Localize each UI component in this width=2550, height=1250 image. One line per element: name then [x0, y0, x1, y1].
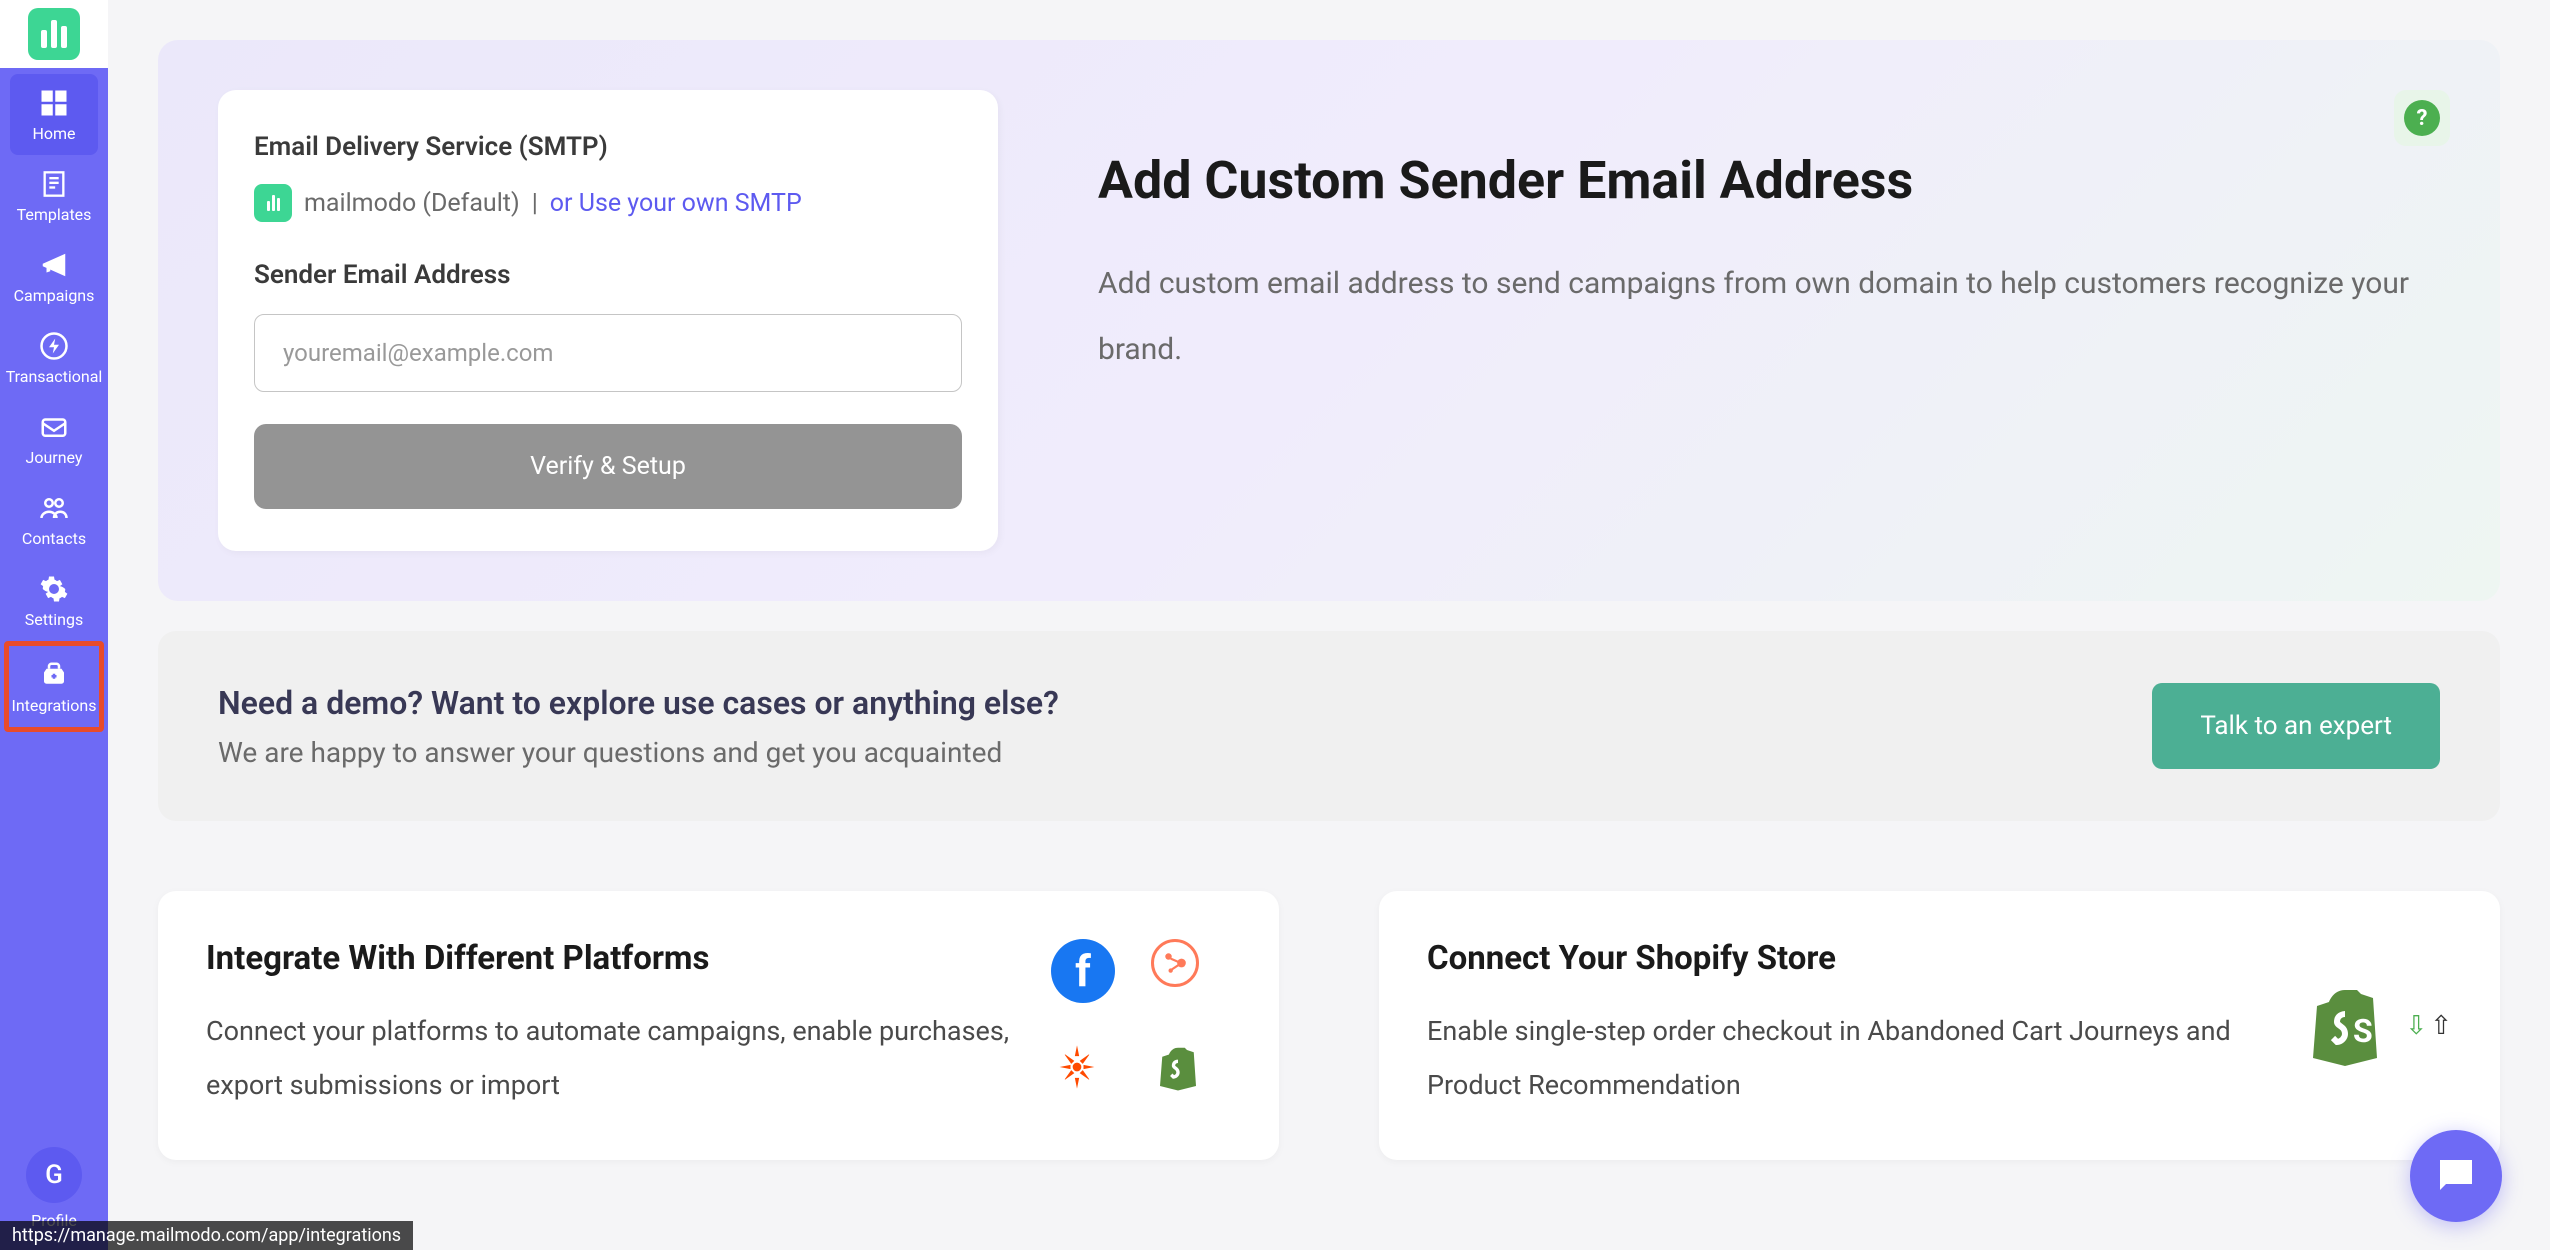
- mailmodo-logo-icon: [28, 8, 80, 60]
- smtp-own-link[interactable]: or Use your own SMTP: [550, 189, 802, 218]
- sidebar-item-label: Settings: [25, 610, 83, 629]
- sidebar-item-label: Contacts: [22, 529, 86, 548]
- sidebar-item-templates[interactable]: Templates: [10, 155, 98, 236]
- integrate-platforms-card[interactable]: Integrate With Different Platforms Conne…: [158, 891, 1279, 1160]
- profile-section[interactable]: G Profile: [26, 1147, 82, 1230]
- shopify-title: Connect Your Shopify Store: [1427, 939, 2257, 978]
- hubspot-icon: [1151, 939, 1199, 987]
- integrations-icon: [37, 658, 71, 692]
- cards-row: Integrate With Different Platforms Conne…: [158, 891, 2500, 1160]
- shopify-visual: S ⇩ ⇧: [2297, 939, 2452, 1112]
- demo-subtitle: We are happy to answer your questions an…: [218, 736, 2152, 769]
- settings-icon: [37, 572, 71, 606]
- demo-text: Need a demo? Want to explore use cases o…: [218, 684, 2152, 769]
- facebook-icon: f: [1051, 939, 1115, 1003]
- platform-icons: f: [1051, 939, 1231, 1112]
- sidebar-item-journey[interactable]: Journey: [10, 398, 98, 479]
- sidebar-item-label: Campaigns: [14, 286, 95, 305]
- sender-email-card: Email Delivery Service (SMTP) mailmodo (…: [158, 40, 2500, 601]
- sender-info: Add Custom Sender Email Address Add cust…: [1098, 90, 2440, 551]
- sidebar-item-label: Journey: [26, 448, 83, 467]
- journey-icon: [37, 410, 71, 444]
- verify-setup-button[interactable]: Verify & Setup: [254, 424, 962, 509]
- sidebar-item-transactional[interactable]: Transactional: [10, 317, 98, 398]
- shopify-small-icon: [1151, 1041, 1205, 1095]
- sync-arrows-icon: ⇩ ⇧: [2405, 1011, 2452, 1041]
- main-content: Email Delivery Service (SMTP) mailmodo (…: [108, 0, 2550, 1250]
- sender-form-box: Email Delivery Service (SMTP) mailmodo (…: [218, 90, 998, 551]
- templates-icon: [37, 167, 71, 201]
- sidebar-item-label: Integrations: [11, 696, 96, 715]
- smtp-separator: |: [532, 189, 538, 218]
- mailmodo-small-icon: [254, 184, 292, 222]
- integrate-title: Integrate With Different Platforms: [206, 939, 1011, 978]
- status-bar: https://manage.mailmodo.com/app/integrat…: [0, 1221, 413, 1250]
- sender-title: Add Custom Sender Email Address: [1098, 150, 2440, 211]
- sidebar-item-label: Templates: [17, 205, 92, 224]
- sidebar-item-settings[interactable]: Settings: [10, 560, 98, 641]
- profile-initial: G: [45, 1160, 63, 1190]
- sidebar-item-label: Home: [32, 124, 75, 143]
- sidebar-item-integrations[interactable]: Integrations: [4, 641, 104, 732]
- profile-avatar: G: [26, 1147, 82, 1203]
- sender-address-label: Sender Email Address: [254, 260, 962, 290]
- help-icon: ?: [2404, 100, 2440, 136]
- sidebar-item-home[interactable]: Home: [10, 74, 98, 155]
- demo-title: Need a demo? Want to explore use cases o…: [218, 684, 2152, 722]
- sidebar-item-label: Transactional: [6, 367, 103, 386]
- logo-container[interactable]: [0, 0, 108, 68]
- smtp-default-text: mailmodo (Default): [304, 189, 520, 218]
- integrate-description: Connect your platforms to automate campa…: [206, 1004, 1011, 1112]
- demo-card: Need a demo? Want to explore use cases o…: [158, 631, 2500, 821]
- smtp-label: Email Delivery Service (SMTP): [254, 132, 962, 162]
- email-input[interactable]: [254, 314, 962, 392]
- chat-icon: [2432, 1152, 2480, 1200]
- campaigns-icon: [37, 248, 71, 282]
- talk-to-expert-button[interactable]: Talk to an expert: [2152, 683, 2440, 769]
- sidebar: Home Templates Campaigns Transactional J…: [0, 0, 108, 1250]
- shopify-description: Enable single-step order checkout in Aba…: [1427, 1004, 2257, 1112]
- smtp-row: mailmodo (Default) | or Use your own SMT…: [254, 184, 962, 222]
- sender-description: Add custom email address to send campaig…: [1098, 251, 2440, 383]
- svg-text:S: S: [2353, 1012, 2373, 1050]
- sidebar-item-contacts[interactable]: Contacts: [10, 479, 98, 560]
- chat-widget-button[interactable]: [2410, 1130, 2502, 1222]
- shopify-store-card[interactable]: Connect Your Shopify Store Enable single…: [1379, 891, 2500, 1160]
- shopify-large-icon: S: [2297, 978, 2393, 1074]
- zapier-icon: [1051, 1041, 1103, 1093]
- home-icon: [37, 86, 71, 120]
- help-button[interactable]: ?: [2394, 90, 2450, 146]
- contacts-icon: [37, 491, 71, 525]
- sidebar-item-campaigns[interactable]: Campaigns: [10, 236, 98, 317]
- transactional-icon: [37, 329, 71, 363]
